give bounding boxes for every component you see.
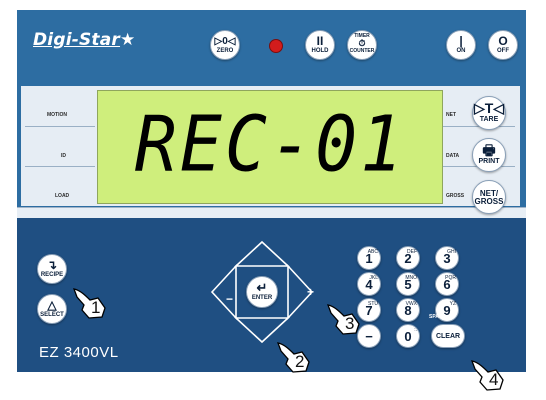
key-8[interactable]: 8 VWX [396, 298, 420, 322]
key-sublabel: :. [414, 327, 417, 333]
net-indicator: NET [446, 112, 456, 118]
printer-icon: 🖶 [482, 142, 496, 158]
key-4[interactable]: 4 JKL [357, 272, 381, 296]
minus-label: − [226, 292, 234, 306]
data-indicator: DATA [446, 153, 460, 159]
recipe-icon: ↴ [46, 258, 58, 272]
key-3[interactable]: 3 GHI [435, 246, 459, 270]
down-arrow-button[interactable] [233, 317, 291, 344]
key-2[interactable]: 2 DEF [396, 246, 420, 270]
select-button[interactable]: △ SELECT [37, 294, 67, 324]
tare-button[interactable]: ▷T◁ TARE [472, 96, 506, 130]
space-label: SPACE [429, 314, 446, 320]
panel-divider [17, 207, 526, 218]
key-1[interactable]: 1 ABC [357, 246, 381, 270]
divider [25, 126, 95, 127]
pause-icon: II [316, 34, 324, 48]
timer-icon: ⏱ [358, 38, 366, 48]
lcd-display: REC-01 [97, 90, 443, 204]
key-sublabel: JKL [369, 275, 378, 281]
key-sublabel: GHI [447, 249, 456, 255]
id-indicator: ID [61, 153, 66, 159]
power-off-icon: O [498, 34, 508, 48]
zero-icon: ▷0◁ [214, 36, 236, 47]
recipe-button[interactable]: ↴ RECIPE [37, 254, 67, 284]
hand-pointer-icon: 1 [72, 286, 108, 320]
key-5[interactable]: 5 MNO [396, 272, 420, 296]
hand-pointer-icon: 2 [276, 340, 312, 374]
enter-icon: ↵ [256, 280, 268, 295]
key-sublabel: DEF [407, 249, 417, 255]
hold-button[interactable]: II HOLD [305, 30, 335, 60]
star-icon: ★ [120, 30, 136, 50]
key-sublabel: YZ [449, 301, 456, 307]
key-6[interactable]: 6 PQR [435, 272, 459, 296]
on-button[interactable]: | ON [446, 30, 476, 60]
enter-button[interactable]: ↵ ENTER [246, 276, 278, 308]
key-label: CLEAR [435, 333, 461, 340]
up-arrow-button[interactable] [233, 240, 291, 267]
key-sublabel: PQR [445, 275, 456, 281]
divider [25, 166, 95, 167]
motion-indicator: MOTION [47, 112, 67, 118]
plus-label: + [307, 285, 315, 299]
off-button[interactable]: O OFF [488, 30, 518, 60]
callout-number: 3 [345, 314, 355, 333]
brand-logo: Digi-Star★ [33, 30, 136, 50]
zero-button[interactable]: ▷0◁ ZERO [210, 30, 240, 60]
net-gross-button[interactable]: NET/ GROSS [472, 180, 506, 214]
model-number: EZ 3400VL [39, 344, 119, 361]
key-sublabel: STU [368, 301, 378, 307]
key-0[interactable]: 0:. [396, 324, 420, 348]
key-sublabel: ABC [367, 249, 378, 255]
status-led [269, 39, 283, 53]
display-readout: REC-01 [134, 98, 406, 190]
load-indicator: LOAD [55, 193, 70, 199]
hand-pointer-icon: 4 [470, 358, 506, 392]
timer-counter-button[interactable]: TIMER ⏱ COUNTER [347, 30, 377, 60]
tare-icon: ▷T◁ [473, 100, 505, 116]
key-sublabel: VWX [405, 301, 417, 307]
clear-button[interactable]: CLEAR [431, 324, 465, 348]
key-sublabel: MNO [405, 275, 417, 281]
gross-indicator: GROSS [446, 193, 465, 199]
hand-pointer-icon: 3 [326, 302, 362, 336]
triangle-up-icon: △ [47, 298, 57, 312]
callout-number: 1 [91, 298, 101, 317]
callout-number: 4 [489, 370, 499, 389]
power-on-icon: | [459, 34, 463, 48]
print-button[interactable]: 🖶 PRINT [472, 138, 506, 172]
callout-number: 2 [295, 352, 305, 371]
